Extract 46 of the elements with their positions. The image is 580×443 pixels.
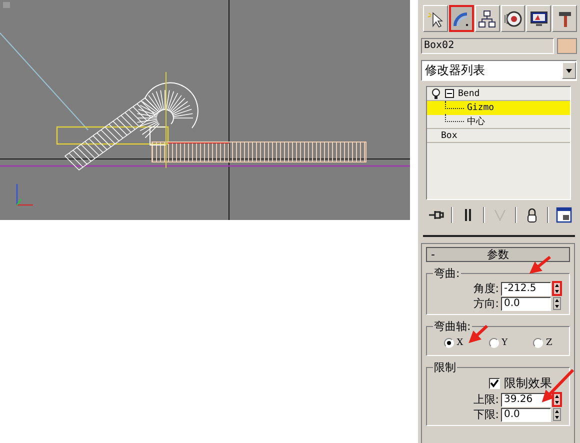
viewport[interactable] [0,0,410,220]
cursor-icon [426,10,444,28]
field-label: 上限: [473,392,499,407]
stack-item[interactable]: Box [427,129,570,143]
radio-button[interactable] [533,338,543,348]
annotation-arrow [542,368,574,402]
stack-item[interactable]: Gizmo [427,101,570,115]
number-field[interactable]: 0.0 [501,296,551,310]
spinner-control[interactable] [553,393,561,406]
spinner-control[interactable] [553,282,561,295]
rollout-title: 参数 [486,247,510,262]
hierarchy-icon [478,10,496,28]
object-color-swatch[interactable] [557,38,577,54]
object-name-field[interactable]: Box02 [421,38,554,54]
stack-item[interactable]: 中心 [427,115,570,129]
checkbox-label[interactable]: 限制效果 [504,375,552,392]
field-label: 下限: [473,407,499,422]
annotation-arrow [468,324,488,344]
radio-button[interactable] [488,338,499,348]
field-label: 角度: [473,281,499,296]
radio-label[interactable]: Z [546,338,552,348]
group-title: 限制 [433,360,457,375]
group-title: 弯曲轴: [433,319,472,334]
spinner-control[interactable] [553,408,561,421]
number-field[interactable]: 39.26 [501,392,551,406]
radio-button[interactable] [444,338,454,348]
checkbox[interactable] [489,378,500,389]
modifier-list-dropdown[interactable]: 修改器列表 [421,60,577,81]
group-title: 弯曲: [433,266,461,281]
rollout-header-button[interactable]: - 参数 [426,247,570,262]
wheel-icon [504,10,522,28]
number-field[interactable]: -212.5 [501,282,551,296]
radio-label[interactable]: X [456,338,464,348]
radio-label[interactable]: Y [502,338,508,348]
light-bulb-icon [431,88,441,100]
axis-tripod-icon [16,184,33,206]
number-field[interactable]: 0.0 [501,408,551,422]
arc-icon [452,10,470,28]
field-label: 方向: [473,296,499,311]
collapse-icon[interactable] [445,89,454,98]
collapse-glyph: - [430,248,436,261]
spinner-control[interactable] [553,297,561,310]
dropdown-caret-icon [566,68,572,72]
monitor-icon [530,10,548,28]
window-icon [555,206,573,224]
annotation-arrow [529,256,551,274]
